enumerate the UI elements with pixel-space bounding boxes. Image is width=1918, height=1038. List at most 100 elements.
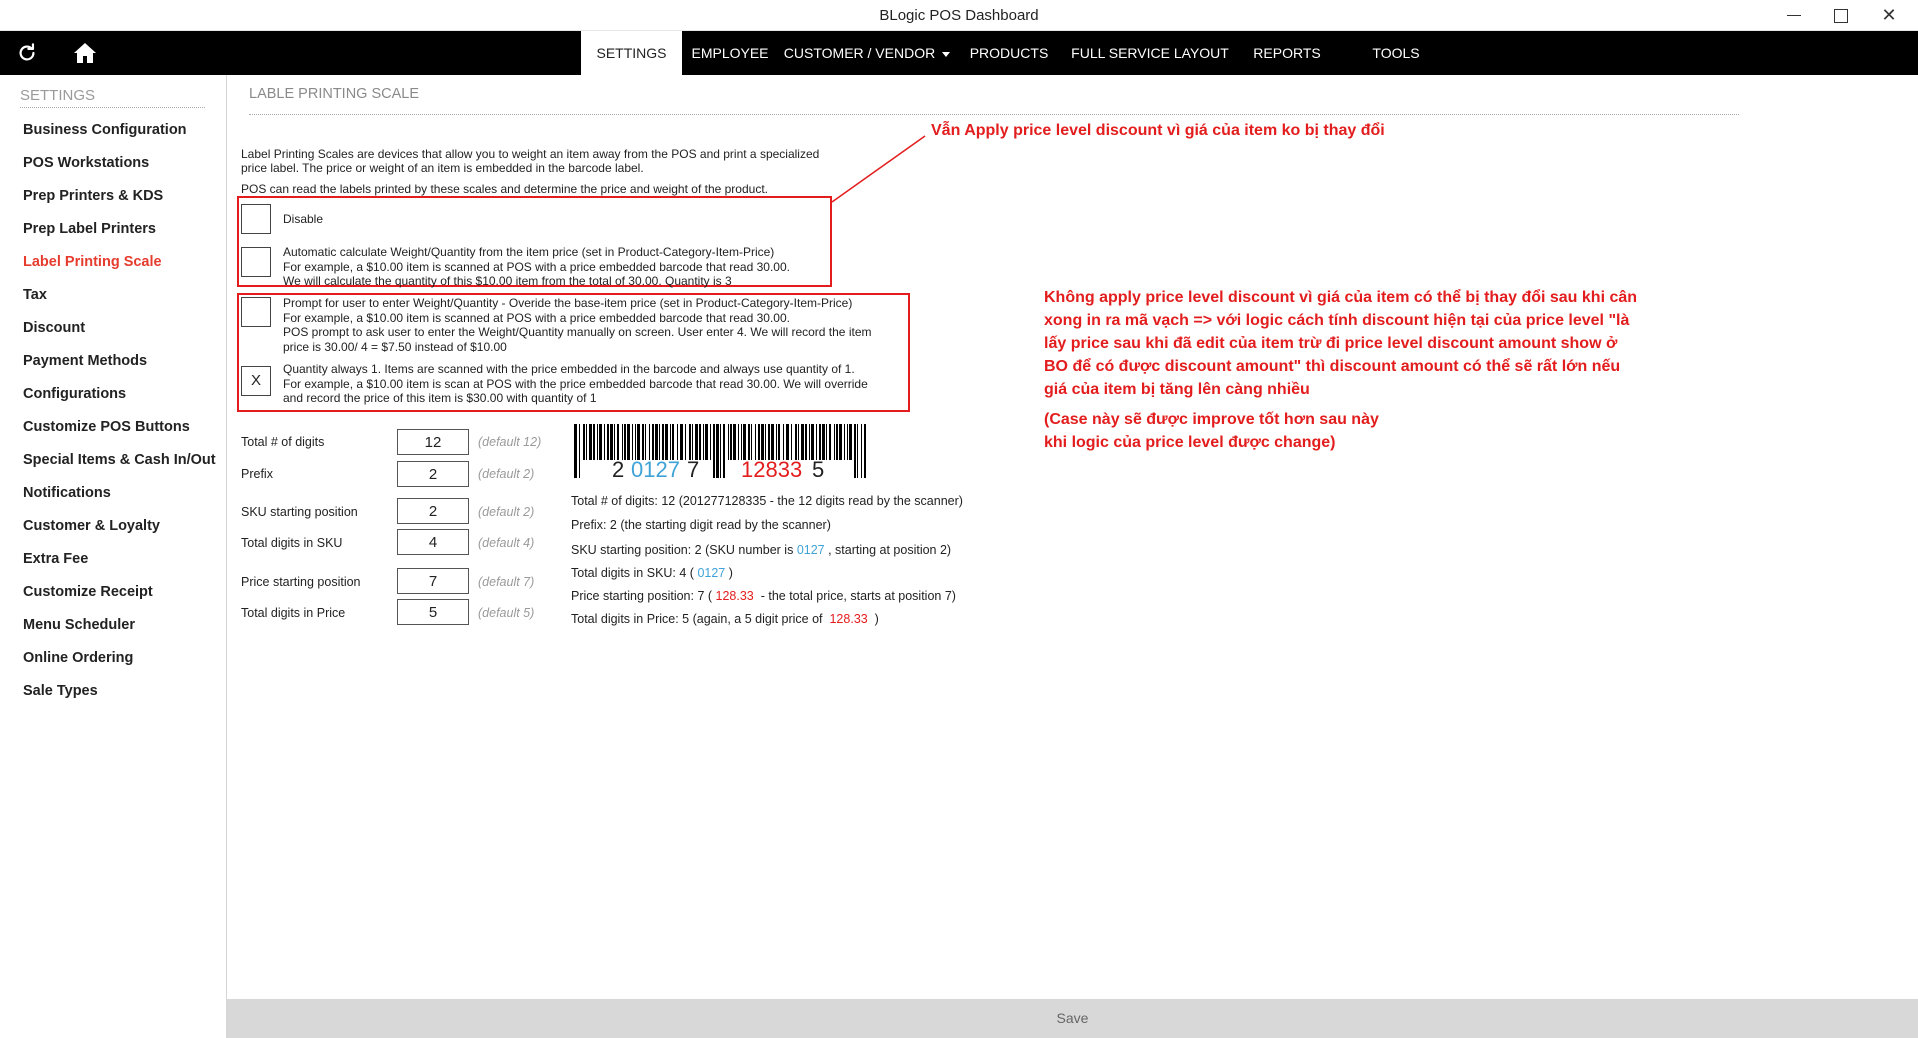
sidebar-item-sale-types[interactable]: Sale Types xyxy=(23,683,98,699)
barcode-bar xyxy=(583,424,585,460)
refresh-button[interactable] xyxy=(5,31,49,75)
sidebar-item-payment-methods[interactable]: Payment Methods xyxy=(23,353,147,369)
barcode-bar xyxy=(829,424,831,460)
sidebar-item-notifications[interactable]: Notifications xyxy=(23,485,111,501)
sidebar-item-business-configuration[interactable]: Business Configuration xyxy=(23,122,187,138)
nav-customer-vendor[interactable]: CUSTOMER / VENDOR xyxy=(782,31,952,75)
barcode-bar xyxy=(589,424,592,460)
info-total-digits: Total # of digits: 12 (201277128335 - th… xyxy=(571,494,963,508)
sidebar-divider xyxy=(20,107,205,108)
nav-settings[interactable]: SETTINGS xyxy=(581,31,682,75)
barcode-bar xyxy=(741,424,742,460)
barcode-bar xyxy=(755,424,756,460)
sidebar-item-discount[interactable]: Discount xyxy=(23,320,85,336)
field-label-price-start: Price starting position xyxy=(241,575,361,589)
sku-digits-input[interactable] xyxy=(397,529,469,555)
barcode-bar xyxy=(642,424,644,460)
barcode-bar xyxy=(733,424,736,460)
option-quantity-always-one-label: Quantity always 1. Items are scanned wit… xyxy=(283,362,868,405)
barcode-bar xyxy=(659,424,660,460)
barcode-bar xyxy=(645,424,646,460)
barcode-bar xyxy=(861,424,862,478)
field-default-price-start: (default 7) xyxy=(478,575,535,589)
minimize-button[interactable] xyxy=(1771,0,1817,31)
home-button[interactable] xyxy=(63,31,107,75)
maximize-icon xyxy=(1834,8,1848,23)
sidebar-item-customize-pos-buttons[interactable]: Customize POS Buttons xyxy=(23,419,190,435)
top-navbar: SETTINGS EMPLOYEE CUSTOMER / VENDOR PROD… xyxy=(0,31,1918,75)
sidebar-item-prep-printers-kds[interactable]: Prep Printers & KDS xyxy=(23,188,163,204)
option-auto-calculate-checkbox[interactable] xyxy=(241,247,271,277)
option-prompt-user-label: Prompt for user to enter Weight/Quantity… xyxy=(283,296,872,354)
minimize-icon xyxy=(1787,14,1801,17)
barcode-bar xyxy=(751,424,752,460)
total-digits-input[interactable] xyxy=(397,429,469,455)
prefix-input[interactable] xyxy=(397,461,469,487)
barcode-bar xyxy=(593,424,595,460)
barcode-bar xyxy=(604,424,605,460)
barcode-bar xyxy=(748,424,750,460)
sidebar-item-menu-scheduler[interactable]: Menu Scheduler xyxy=(23,617,135,633)
barcode-bar xyxy=(597,424,598,460)
sku-start-input[interactable] xyxy=(397,498,469,524)
sidebar-item-extra-fee[interactable]: Extra Fee xyxy=(23,551,88,567)
sidebar-item-online-ordering[interactable]: Online Ordering xyxy=(23,650,133,666)
barcode-bar xyxy=(695,424,698,460)
nav-employee[interactable]: EMPLOYEE xyxy=(682,31,778,75)
barcode-bar xyxy=(776,424,777,460)
barcode-bar xyxy=(795,424,797,460)
annotation-note: (Case này sẽ được improve tốt hơn sau nà… xyxy=(1044,411,1379,451)
field-label-prefix: Prefix xyxy=(241,467,273,481)
barcode-bar xyxy=(849,424,852,460)
option-quantity-always-one-checkbox[interactable]: X xyxy=(241,366,271,396)
barcode-bar xyxy=(652,424,654,460)
barcode-bar xyxy=(614,424,615,460)
annotation-top: Vẫn Apply price level discount vì giá củ… xyxy=(931,122,1385,139)
barcode-bar xyxy=(672,424,674,460)
barcode-bar xyxy=(857,424,858,478)
nav-full-service-layout[interactable]: FULL SERVICE LAYOUT xyxy=(1064,31,1236,75)
maximize-button[interactable] xyxy=(1818,0,1864,31)
barcode-bar xyxy=(716,424,719,478)
price-start-input[interactable] xyxy=(397,568,469,594)
option-disable-checkbox[interactable] xyxy=(241,204,271,234)
sidebar-item-configurations[interactable]: Configurations xyxy=(23,386,126,402)
header-divider xyxy=(249,114,1739,115)
barcode-bar xyxy=(761,424,764,460)
sidebar-header: SETTINGS xyxy=(20,87,96,104)
refresh-icon xyxy=(19,43,35,61)
barcode-bar xyxy=(765,424,766,460)
barcode-bar xyxy=(836,424,838,460)
barcode-bar xyxy=(689,424,691,460)
option-prompt-user-checkbox[interactable] xyxy=(241,297,271,327)
barcode-bar xyxy=(826,424,827,460)
sidebar-item-pos-workstations[interactable]: POS Workstations xyxy=(23,155,149,171)
nav-reports[interactable]: REPORTS xyxy=(1246,31,1328,75)
info-price-digits: Total digits in Price: 5 (again, a 5 dig… xyxy=(571,612,879,626)
barcode-bar xyxy=(822,424,825,460)
barcode-bar xyxy=(685,424,686,460)
barcode-bar xyxy=(864,424,866,478)
sidebar-item-special-items-cash[interactable]: Special Items & Cash In/Out xyxy=(23,452,216,468)
sidebar-item-customize-receipt[interactable]: Customize Receipt xyxy=(23,584,153,600)
title-bar: BLogic POS Dashboard ✕ xyxy=(0,0,1918,31)
barcode-bar xyxy=(610,424,613,460)
sidebar-item-prep-label-printers[interactable]: Prep Label Printers xyxy=(23,221,156,237)
barcode-bar xyxy=(680,424,683,460)
sidebar-item-label-printing-scale[interactable]: Label Printing Scale xyxy=(23,254,162,270)
barcode-bar xyxy=(723,424,725,478)
barcode-bar xyxy=(607,424,609,460)
save-button[interactable]: Save xyxy=(227,999,1918,1038)
price-digits-input[interactable] xyxy=(397,599,469,625)
sidebar-item-customer-loyalty[interactable]: Customer & Loyalty xyxy=(23,518,160,534)
nav-products[interactable]: PRODUCTS xyxy=(962,31,1056,75)
sidebar-item-tax[interactable]: Tax xyxy=(23,287,47,303)
barcode-bar xyxy=(627,424,630,460)
barcode-bar xyxy=(692,424,693,460)
barcode-bar xyxy=(703,424,704,460)
barcode-bar xyxy=(771,424,774,460)
nav-tools[interactable]: TOOLS xyxy=(1356,31,1436,75)
barcode-bar xyxy=(720,424,721,478)
barcode-bar xyxy=(811,424,814,460)
close-button[interactable]: ✕ xyxy=(1866,0,1912,31)
